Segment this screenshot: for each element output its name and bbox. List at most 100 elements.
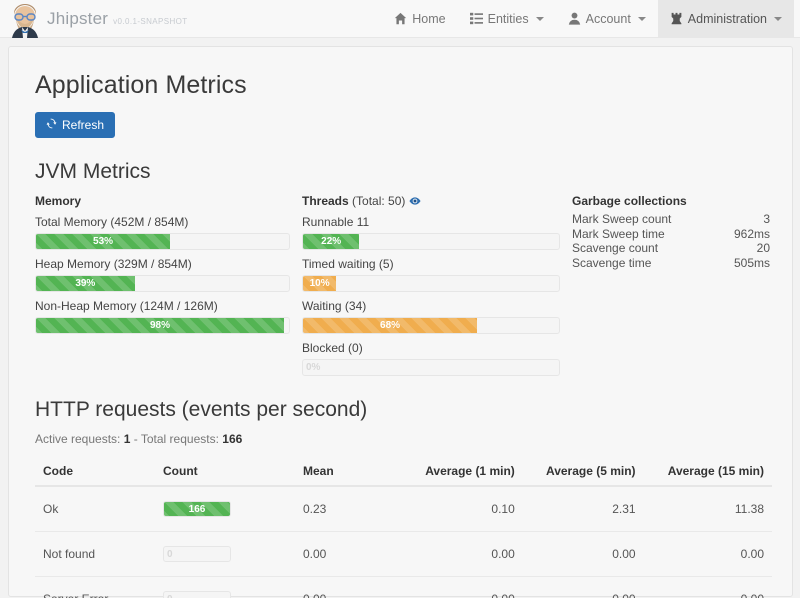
cell-count: 0 (155, 577, 267, 598)
blocked-threads-label: Blocked (0) (302, 341, 560, 355)
cell-avg-1min: 0.00 (402, 577, 523, 598)
threads-heading-label: Threads (302, 194, 349, 208)
http-requests-table: Code Count Mean Average (1 min) Average … (35, 458, 772, 598)
total-memory-progress: 53% (35, 233, 290, 250)
cell-avg-5min: 2.31 (523, 486, 644, 532)
gc-row: Mark Sweep count 3 (572, 212, 772, 227)
active-requests-value: 1 (124, 432, 131, 446)
gc-value: 962ms (734, 227, 770, 242)
heap-memory-progress-bar: 39% (36, 276, 135, 291)
summary-separator: - (134, 432, 138, 446)
count-progress: 166 (163, 501, 231, 517)
table-header-row: Code Count Mean Average (1 min) Average … (35, 458, 772, 486)
user-icon (568, 12, 581, 25)
count-progress-bar: 0 (164, 547, 230, 561)
refresh-button-label: Refresh (62, 118, 104, 132)
cell-avg-1min: 0.00 (402, 532, 523, 577)
cell-code: Server Error (35, 577, 155, 598)
eye-icon[interactable] (409, 194, 421, 208)
column-header-mean: Mean (267, 458, 402, 486)
blocked-threads-progress: 0% (302, 359, 560, 376)
refresh-icon (46, 118, 57, 132)
heap-memory-label: Heap Memory (329M / 854M) (35, 257, 290, 271)
top-navbar: Jhipster v0.0.1-SNAPSHOT Home Entities (0, 0, 800, 38)
gc-label: Scavenge count (572, 241, 658, 256)
cell-avg-15min: 11.38 (644, 486, 772, 532)
jvm-metrics-title: JVM Metrics (35, 160, 772, 184)
threads-heading: Threads (Total: 50) (302, 194, 560, 208)
memory-heading: Memory (35, 194, 290, 208)
nav-item-account[interactable]: Account (556, 0, 658, 37)
total-memory-progress-bar: 53% (36, 234, 170, 249)
threads-column: Threads (Total: 50) Runnable 11 22% Time… (302, 194, 560, 376)
count-progress-bar: 0 (164, 592, 230, 598)
non-heap-memory-progress: 98% (35, 317, 290, 334)
cell-mean: 0.00 (267, 577, 402, 598)
gc-value: 3 (763, 212, 770, 227)
waiting-threads-label: Waiting (34) (302, 299, 560, 313)
http-requests-title: HTTP requests (events per second) (35, 398, 772, 422)
metrics-panel: Application Metrics Refresh JVM Metrics … (8, 46, 793, 597)
home-icon (394, 12, 407, 25)
non-heap-memory-label: Non-Heap Memory (124M / 126M) (35, 299, 290, 313)
page-title: Application Metrics (35, 71, 772, 100)
nav-item-entities-label: Entities (488, 12, 529, 26)
brand-title: Jhipster (47, 9, 108, 29)
table-row: Ok 166 0.23 0.10 2.31 11.38 (35, 486, 772, 532)
gc-row: Mark Sweep time 962ms (572, 227, 772, 242)
cell-mean: 0.00 (267, 532, 402, 577)
memory-column: Memory Total Memory (452M / 854M) 53% He… (35, 194, 290, 376)
heap-memory-progress: 39% (35, 275, 290, 292)
cell-code: Not found (35, 532, 155, 577)
threads-total-label: (Total: 50) (352, 194, 405, 208)
nav-item-administration[interactable]: Administration (658, 0, 794, 37)
cell-avg-15min: 0.00 (644, 532, 772, 577)
timed-waiting-threads-label: Timed waiting (5) (302, 257, 560, 271)
column-header-avg-5min: Average (5 min) (523, 458, 644, 486)
table-row: Server Error 0 0.00 0.00 0.00 0.00 (35, 577, 772, 598)
refresh-button[interactable]: Refresh (35, 112, 115, 138)
cell-avg-1min: 0.10 (402, 486, 523, 532)
gc-label: Scavenge time (572, 256, 651, 271)
nav-item-account-label: Account (586, 12, 631, 26)
gc-value: 505ms (734, 256, 770, 271)
nav-item-home-label: Home (412, 12, 445, 26)
hipster-avatar-icon (10, 4, 40, 38)
tower-icon (670, 12, 683, 25)
gc-label: Mark Sweep time (572, 227, 665, 242)
count-progress: 0 (163, 546, 231, 562)
chevron-down-icon (774, 17, 782, 21)
cell-mean: 0.23 (267, 486, 402, 532)
gc-label: Mark Sweep count (572, 212, 671, 227)
column-header-code: Code (35, 458, 155, 486)
cell-count: 166 (155, 486, 267, 532)
garbage-collections-column: Garbage collections Mark Sweep count 3 M… (572, 194, 772, 376)
waiting-threads-progress: 68% (302, 317, 560, 334)
column-header-avg-15min: Average (15 min) (644, 458, 772, 486)
blocked-threads-progress-bar: 0% (303, 360, 559, 375)
gc-row: Scavenge time 505ms (572, 256, 772, 271)
total-requests-value: 166 (222, 432, 242, 446)
nav-links: Home Entities Account (382, 0, 800, 37)
timed-waiting-threads-progress-bar: 10% (303, 276, 336, 291)
chevron-down-icon (536, 17, 544, 21)
list-icon (470, 12, 483, 25)
cell-avg-5min: 0.00 (523, 577, 644, 598)
cell-code: Ok (35, 486, 155, 532)
nav-item-home[interactable]: Home (382, 0, 457, 37)
cell-avg-5min: 0.00 (523, 532, 644, 577)
gc-row: Scavenge count 20 (572, 241, 772, 256)
nav-item-administration-label: Administration (688, 12, 767, 26)
gc-value: 20 (757, 241, 770, 256)
http-requests-summary: Active requests: 1 - Total requests: 166 (35, 432, 772, 446)
cell-avg-15min: 0.00 (644, 577, 772, 598)
timed-waiting-threads-progress: 10% (302, 275, 560, 292)
gc-heading: Garbage collections (572, 194, 772, 208)
total-memory-label: Total Memory (452M / 854M) (35, 215, 290, 229)
brand[interactable]: Jhipster v0.0.1-SNAPSHOT (0, 0, 188, 37)
column-header-avg-1min: Average (1 min) (402, 458, 523, 486)
total-requests-label: Total requests: (141, 432, 219, 446)
chevron-down-icon (638, 17, 646, 21)
count-progress-bar: 166 (164, 502, 230, 516)
nav-item-entities[interactable]: Entities (458, 0, 556, 37)
